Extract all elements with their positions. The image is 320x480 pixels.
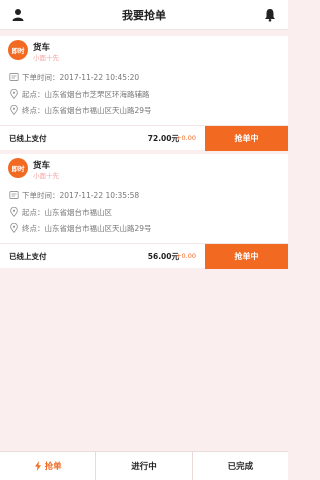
order-time-row: 下单时间：2017-11-22 10:45:20 <box>9 71 139 83</box>
payment-status: 已线上支付 <box>9 252 47 261</box>
order-footer: 已线上支付 56.00元 +0.00 抢单中 <box>0 243 288 269</box>
instant-badge: 即时 <box>8 158 28 178</box>
order-time: 下单时间：2017-11-22 10:35:58 <box>22 190 140 200</box>
start-row: 起点：山东省烟台市福山区 <box>9 206 112 218</box>
end-row: 终点：山东省烟台市福山区天山路29号 <box>9 104 152 116</box>
order-time: 下单时间：2017-11-22 10:45:20 <box>22 72 140 82</box>
end-address: 终点：山东省烟台市福山区天山路29号 <box>22 223 152 233</box>
clock-icon <box>9 73 19 81</box>
instant-badge: 即时 <box>8 40 28 60</box>
location-pin-icon <box>10 207 18 217</box>
start-address: 起点：山东省烟台市福山区 <box>22 207 112 217</box>
order-card: 即时 货车 小面十先 下单时间：2017-11-22 10:45:20 起点：山… <box>0 36 288 151</box>
grab-order-button[interactable]: 抢单中 <box>205 126 288 151</box>
order-price: 72.00元 <box>147 134 179 143</box>
bottom-tab-bar: 抢单 进行中 已完成 <box>0 451 288 480</box>
tab-in-progress[interactable]: 进行中 <box>96 452 193 480</box>
bolt-icon <box>34 461 41 471</box>
vehicle-note: 小面十先 <box>33 172 59 180</box>
tab-grab-label: 抢单 <box>44 462 62 472</box>
tab-in-progress-label: 进行中 <box>131 462 157 472</box>
user-icon[interactable] <box>12 8 24 22</box>
tab-grab[interactable]: 抢单 <box>0 452 97 480</box>
start-address: 起点：山东省烟台市芝罘区环海路辅路 <box>22 89 150 99</box>
end-row: 终点：山东省烟台市福山区天山路29号 <box>9 222 152 234</box>
order-bonus: +0.00 <box>176 133 196 142</box>
payment-status: 已线上支付 <box>9 134 47 143</box>
location-pin-icon <box>10 105 18 115</box>
app-header: 我要抢单 <box>0 0 288 30</box>
grab-order-button[interactable]: 抢单中 <box>205 244 288 269</box>
tab-completed[interactable]: 已完成 <box>193 452 288 480</box>
location-pin-icon <box>10 89 18 99</box>
location-pin-icon <box>10 223 18 233</box>
order-card: 即时 货车 小面十先 下单时间：2017-11-22 10:35:58 起点：山… <box>0 154 288 269</box>
bell-icon[interactable] <box>264 8 276 22</box>
end-address: 终点：山东省烟台市福山区天山路29号 <box>22 105 152 115</box>
page-title: 我要抢单 <box>122 8 166 22</box>
clock-icon <box>9 191 19 199</box>
start-row: 起点：山东省烟台市芝罘区环海路辅路 <box>9 88 150 100</box>
order-bonus: +0.00 <box>176 251 196 260</box>
tab-completed-label: 已完成 <box>227 462 254 472</box>
order-price: 56.00元 <box>147 252 179 261</box>
vehicle-note: 小面十先 <box>33 54 59 62</box>
order-time-row: 下单时间：2017-11-22 10:35:58 <box>9 189 139 201</box>
order-footer: 已线上支付 72.00元 +0.00 抢单中 <box>0 125 288 151</box>
